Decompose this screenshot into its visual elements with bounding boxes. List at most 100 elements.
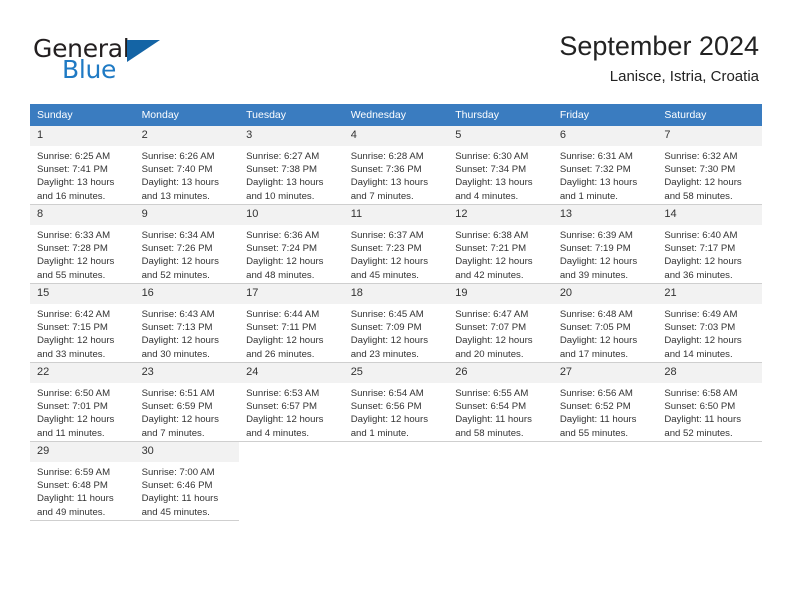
sunset-text: Sunset: 7:21 PM: [455, 243, 527, 255]
daylight-text-line1: Daylight: 12 hours: [559, 256, 638, 268]
daylight-text-line2: and 58 minutes.: [455, 427, 524, 439]
day-number: [657, 442, 762, 451]
day-number: 1: [30, 126, 135, 146]
day-cell[interactable]: 17 Sunrise: 6:44 AM Sunset: 7:11 PM Dayl…: [239, 283, 344, 363]
daylight-text-line1: Daylight: 12 hours: [141, 256, 219, 268]
sunset-text: Sunset: 6:46 PM: [141, 480, 213, 492]
sunset-text: Sunset: 7:01 PM: [37, 401, 108, 413]
sunrise-text: Sunrise: 6:45 AM: [350, 309, 424, 320]
page-title: September 2024: [559, 31, 759, 61]
general-blue-logo: General Blue: [33, 36, 183, 88]
sunset-text: Sunset: 7:15 PM: [37, 322, 108, 334]
day-number: [448, 442, 553, 451]
day-number: 12: [448, 205, 553, 225]
day-cell[interactable]: 9 Sunrise: 6:34 AM Sunset: 7:26 PM Dayli…: [134, 204, 240, 284]
sunset-text: Sunset: 6:50 PM: [664, 401, 736, 413]
sunset-text: Sunset: 7:13 PM: [141, 322, 213, 334]
sunrise-text: Sunrise: 6:28 AM: [350, 151, 424, 162]
day-number: 8: [30, 205, 135, 225]
day-number: 11: [343, 205, 449, 225]
day-cell[interactable]: 6 Sunrise: 6:31 AM Sunset: 7:32 PM Dayli…: [552, 126, 658, 205]
day-cell-empty: [657, 441, 762, 521]
daylight-text-line1: Daylight: 12 hours: [141, 414, 219, 426]
sunset-text: Sunset: 7:17 PM: [664, 243, 736, 255]
day-cell[interactable]: 16 Sunrise: 6:43 AM Sunset: 7:13 PM Dayl…: [134, 283, 240, 363]
sunrise-text: Sunrise: 6:51 AM: [141, 388, 215, 399]
daylight-text-line2: and 7 minutes.: [350, 190, 414, 202]
day-cell[interactable]: 12 Sunrise: 6:38 AM Sunset: 7:21 PM Dayl…: [448, 204, 553, 284]
calendar-table: Sunday Monday Tuesday Wednesday Thursday…: [30, 104, 762, 521]
day-number: [343, 442, 449, 451]
daylight-text-line1: Daylight: 12 hours: [141, 335, 219, 347]
daylight-text-line2: and 16 minutes.: [37, 190, 106, 202]
daylight-text-line1: Daylight: 11 hours: [664, 414, 741, 426]
day-cell[interactable]: 3 Sunrise: 6:27 AM Sunset: 7:38 PM Dayli…: [239, 126, 344, 205]
day-number: 30: [134, 442, 240, 462]
sunset-text: Sunset: 7:07 PM: [455, 322, 527, 334]
day-cell[interactable]: 28 Sunrise: 6:58 AM Sunset: 6:50 PM Dayl…: [657, 362, 762, 442]
sunset-text: Sunset: 7:11 PM: [246, 322, 317, 334]
day-cell-empty: [239, 441, 344, 521]
sunset-text: Sunset: 7:36 PM: [350, 164, 422, 176]
day-cell[interactable]: 21 Sunrise: 6:49 AM Sunset: 7:03 PM Dayl…: [657, 283, 762, 363]
day-cell[interactable]: 19 Sunrise: 6:47 AM Sunset: 7:07 PM Dayl…: [448, 283, 553, 363]
day-cell[interactable]: 4 Sunrise: 6:28 AM Sunset: 7:36 PM Dayli…: [343, 126, 449, 205]
daylight-text-line2: and 48 minutes.: [246, 269, 315, 281]
day-number: 22: [30, 363, 135, 383]
logo-text-blue: Blue: [62, 55, 117, 84]
daylight-text-line2: and 45 minutes.: [141, 506, 210, 518]
day-cell[interactable]: 5 Sunrise: 6:30 AM Sunset: 7:34 PM Dayli…: [448, 126, 553, 205]
day-cell[interactable]: 13 Sunrise: 6:39 AM Sunset: 7:19 PM Dayl…: [552, 204, 658, 284]
daylight-text-line1: Daylight: 12 hours: [246, 335, 324, 347]
day-number: 20: [552, 284, 658, 304]
daylight-text-line2: and 45 minutes.: [350, 269, 419, 281]
day-cell[interactable]: 7 Sunrise: 6:32 AM Sunset: 7:30 PM Dayli…: [657, 126, 762, 205]
daylight-text-line2: and 55 minutes.: [559, 427, 629, 439]
day-number: 17: [239, 284, 344, 304]
sunrise-text: Sunrise: 6:38 AM: [455, 230, 529, 241]
sunset-text: Sunset: 7:30 PM: [664, 164, 736, 176]
day-cell[interactable]: 26 Sunrise: 6:55 AM Sunset: 6:54 PM Dayl…: [448, 362, 553, 442]
sunset-text: Sunset: 6:59 PM: [141, 401, 213, 413]
day-number: 26: [448, 363, 553, 383]
day-cell[interactable]: 2 Sunrise: 6:26 AM Sunset: 7:40 PM Dayli…: [134, 126, 240, 205]
day-cell[interactable]: 18 Sunrise: 6:45 AM Sunset: 7:09 PM Dayl…: [343, 283, 449, 363]
sunset-text: Sunset: 7:41 PM: [37, 164, 108, 176]
sunset-text: Sunset: 6:57 PM: [246, 401, 318, 413]
day-cell[interactable]: 27 Sunrise: 6:56 AM Sunset: 6:52 PM Dayl…: [552, 362, 658, 442]
daylight-text-line2: and 4 minutes.: [246, 427, 310, 439]
daylight-text-line1: Daylight: 11 hours: [141, 493, 219, 505]
daylight-text-line2: and 36 minutes.: [664, 269, 733, 281]
day-cell[interactable]: 22 Sunrise: 6:50 AM Sunset: 7:01 PM Dayl…: [30, 362, 135, 442]
day-cell[interactable]: 1 Sunrise: 6:25 AM Sunset: 7:41 PM Dayli…: [30, 126, 135, 205]
day-cell[interactable]: 11 Sunrise: 6:37 AM Sunset: 7:23 PM Dayl…: [343, 204, 449, 284]
day-cell[interactable]: 24 Sunrise: 6:53 AM Sunset: 6:57 PM Dayl…: [239, 362, 344, 442]
day-number: 9: [134, 205, 240, 225]
daylight-text-line2: and 10 minutes.: [246, 190, 315, 202]
daylight-text-line1: Daylight: 12 hours: [350, 256, 429, 268]
day-cell[interactable]: 25 Sunrise: 6:54 AM Sunset: 6:56 PM Dayl…: [343, 362, 449, 442]
day-number: 14: [657, 205, 762, 225]
day-number: 23: [134, 363, 240, 383]
calendar-week-row: 29 Sunrise: 6:59 AM Sunset: 6:48 PM Dayl…: [30, 441, 762, 521]
day-cell[interactable]: 14 Sunrise: 6:40 AM Sunset: 7:17 PM Dayl…: [657, 204, 762, 284]
day-number: 6: [552, 126, 658, 146]
calendar-week-row: 15 Sunrise: 6:42 AM Sunset: 7:15 PM Dayl…: [30, 283, 762, 363]
day-cell[interactable]: 10 Sunrise: 6:36 AM Sunset: 7:24 PM Dayl…: [239, 204, 344, 284]
daylight-text-line1: Daylight: 13 hours: [37, 177, 115, 189]
calendar-body: 1 Sunrise: 6:25 AM Sunset: 7:41 PM Dayli…: [30, 126, 762, 521]
day-cell[interactable]: 23 Sunrise: 6:51 AM Sunset: 6:59 PM Dayl…: [134, 362, 240, 442]
day-cell-empty: [552, 441, 658, 521]
daylight-text-line1: Daylight: 12 hours: [246, 256, 324, 268]
day-number: 2: [134, 126, 240, 146]
day-cell[interactable]: 29 Sunrise: 6:59 AM Sunset: 6:48 PM Dayl…: [30, 441, 135, 521]
page-header: General Blue September 2024 Lanisce, Ist…: [0, 0, 792, 100]
day-cell[interactable]: 8 Sunrise: 6:33 AM Sunset: 7:28 PM Dayli…: [30, 204, 135, 284]
daylight-text-line1: Daylight: 12 hours: [37, 256, 115, 268]
sunrise-text: Sunrise: 6:42 AM: [37, 309, 111, 320]
day-cell[interactable]: 15 Sunrise: 6:42 AM Sunset: 7:15 PM Dayl…: [30, 283, 135, 363]
day-cell[interactable]: 20 Sunrise: 6:48 AM Sunset: 7:05 PM Dayl…: [552, 283, 658, 363]
daylight-text-line1: Daylight: 13 hours: [455, 177, 533, 189]
day-cell[interactable]: 30 Sunrise: 7:00 AM Sunset: 6:46 PM Dayl…: [134, 441, 240, 521]
daylight-text-line2: and 52 minutes.: [141, 269, 210, 281]
